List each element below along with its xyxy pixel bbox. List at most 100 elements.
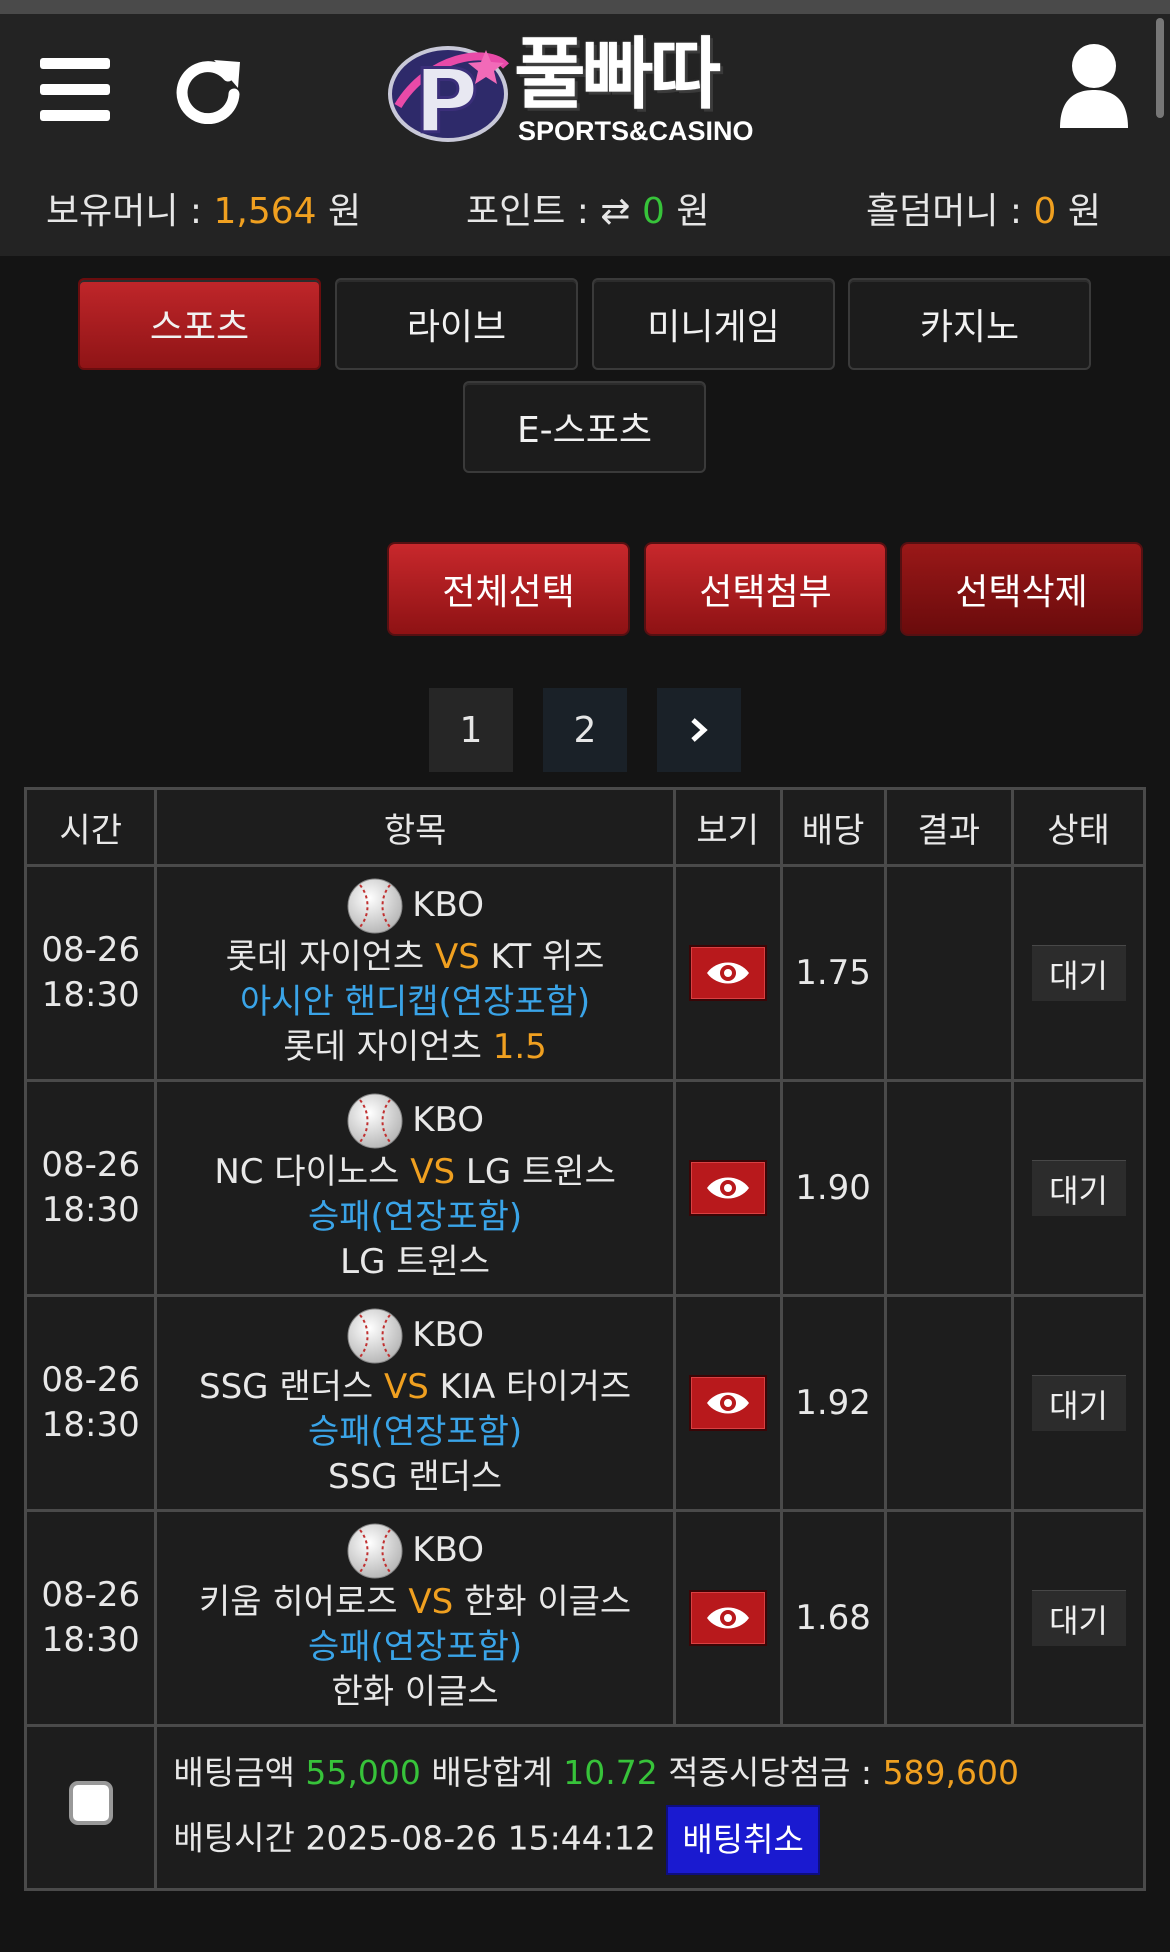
market-type: 승패(연장포함) xyxy=(307,1411,523,1452)
tab-casino[interactable]: 카지노 xyxy=(848,278,1091,370)
view-detail-button[interactable] xyxy=(688,1590,767,1646)
picked-team: SSG 랜더스 xyxy=(328,1456,503,1497)
column-header-time: 시간 xyxy=(23,787,158,867)
payout-label: 적중시당첨금 : xyxy=(668,1752,873,1792)
view-cell xyxy=(672,1079,783,1297)
page-1-button[interactable]: 1 xyxy=(429,688,513,772)
logo-badge-icon: P xyxy=(388,46,509,146)
attach-selected-button[interactable]: 선택첨부 xyxy=(644,542,887,636)
tab-sports[interactable]: 스포츠 xyxy=(78,278,321,370)
league-line: KBO xyxy=(157,1092,672,1150)
game-date: 08-26 xyxy=(41,1360,141,1400)
view-detail-button[interactable] xyxy=(688,945,767,1001)
refresh-icon[interactable] xyxy=(174,54,244,124)
status-badge: 대기 xyxy=(1031,1590,1126,1646)
matchup: 롯데 자이언츠 VS KT 위즈 xyxy=(157,935,672,980)
time-cell: 08-26 18:30 xyxy=(23,864,158,1082)
next-page-button[interactable] xyxy=(657,688,741,772)
eye-icon xyxy=(706,1392,749,1414)
bet-amount-value: 55,000 xyxy=(305,1752,421,1792)
game-time: 18:30 xyxy=(41,1620,140,1660)
status-cell: 대기 xyxy=(1011,864,1146,1082)
table-header-row: 시간 항목 보기 배당 결과 상태 xyxy=(23,787,1146,867)
column-header-status: 상태 xyxy=(1011,787,1146,867)
league-line: KBO xyxy=(157,1307,672,1365)
logo-subtitle: SPORTS&CASINO xyxy=(518,116,754,146)
balance-display: 보유머니 : 1,564 원 xyxy=(46,182,361,234)
league-name: KBO xyxy=(412,885,484,925)
tab-minigame[interactable]: 미니게임 xyxy=(592,278,835,370)
odds-cell: 1.68 xyxy=(779,1509,887,1727)
bet-time-value: 2025-08-26 15:44:12 xyxy=(305,1818,656,1857)
bet-select-checkbox[interactable] xyxy=(68,1781,113,1825)
away-team: KIA 타이거즈 xyxy=(439,1366,632,1407)
odds-cell: 1.90 xyxy=(779,1079,887,1297)
hamburger-menu-icon[interactable] xyxy=(40,58,110,121)
column-header-item: 항목 xyxy=(154,787,676,867)
holdem-unit: 원 xyxy=(1067,191,1101,232)
status-badge: 대기 xyxy=(1031,1160,1126,1216)
holdem-display: 홀덤머니 : 0 원 xyxy=(866,182,1101,234)
tab-live[interactable]: 라이브 xyxy=(335,278,578,370)
picked-team: LG 트윈스 xyxy=(340,1241,491,1282)
view-detail-button[interactable] xyxy=(688,1160,767,1216)
view-cell xyxy=(672,1509,783,1727)
status-cell: 대기 xyxy=(1011,1294,1146,1512)
status-cell: 대기 xyxy=(1011,1079,1146,1297)
chevron-right-icon xyxy=(691,718,708,742)
payout-value: 589,600 xyxy=(882,1752,1020,1792)
vs-label: VS xyxy=(384,1366,429,1407)
bet-summary-cell: 배팅금액 55,000 배당합계 10.72 적중시당첨금 : 589,600 … xyxy=(154,1724,1146,1891)
logo-text: 풀빠따 xyxy=(514,30,721,120)
vs-label: VS xyxy=(435,936,480,977)
bet-select-cell xyxy=(23,1724,158,1891)
delete-selected-button[interactable]: 선택삭제 xyxy=(900,542,1143,636)
time-cell: 08-26 18:30 xyxy=(23,1294,158,1512)
bet-amount-line: 배팅금액 55,000 배당합계 10.72 적중시당첨금 : 589,600 xyxy=(173,1741,1143,1805)
home-team: 롯데 자이언츠 xyxy=(225,936,425,977)
league-line: KBO xyxy=(157,1522,672,1580)
matchup: SSG 랜더스 VS KIA 타이거즈 xyxy=(157,1365,672,1410)
odds-cell: 1.92 xyxy=(779,1294,887,1512)
point-label: 포인트 : xyxy=(466,191,589,232)
page-2-button[interactable]: 2 xyxy=(543,688,627,772)
result-cell xyxy=(883,1509,1015,1727)
view-cell xyxy=(672,1294,783,1512)
total-odds-label: 배당합계 xyxy=(431,1752,553,1792)
balance-unit: 원 xyxy=(328,191,362,232)
holdem-label: 홀덤머니 : xyxy=(866,191,1023,232)
market-type: 승패(연장포함) xyxy=(307,1626,523,1667)
status-badge: 대기 xyxy=(1031,945,1126,1001)
tab-esports[interactable]: E-스포츠 xyxy=(463,381,706,473)
scrollbar[interactable] xyxy=(1156,18,1164,118)
cancel-bet-button[interactable]: 배팅취소 xyxy=(666,1804,820,1875)
select-all-button[interactable]: 전체선택 xyxy=(387,542,630,636)
home-team: 키움 히어로즈 xyxy=(199,1581,398,1622)
user-profile-icon[interactable] xyxy=(1058,40,1130,130)
view-detail-button[interactable] xyxy=(688,1375,767,1431)
table-row: 08-26 18:30 KBO 롯데 자이언츠 VS KT 위즈 아시안 핸디캡… xyxy=(23,864,1146,1082)
baseball-icon xyxy=(347,1308,403,1363)
item-cell: KBO 롯데 자이언츠 VS KT 위즈 아시안 핸디캡(연장포함) 롯데 자이… xyxy=(154,864,676,1082)
away-team: 한화 이글스 xyxy=(463,1581,632,1622)
league-line: KBO xyxy=(157,877,672,935)
site-logo[interactable]: P 풀빠따 SPORTS&CASINO xyxy=(388,28,788,150)
view-cell xyxy=(672,864,783,1082)
matchup: 키움 히어로즈 VS 한화 이글스 xyxy=(157,1580,672,1625)
game-time: 18:30 xyxy=(41,975,140,1015)
pick-handicap: 1.5 xyxy=(492,1026,547,1067)
top-status-strip xyxy=(0,0,1170,14)
result-cell xyxy=(883,864,1015,1082)
result-cell xyxy=(883,1079,1015,1297)
point-convert-icon[interactable]: ⇄ xyxy=(600,191,630,232)
bet-time-line: 배팅시간 2025-08-26 15:44:12 배팅취소 xyxy=(173,1804,1143,1875)
table-row: 08-26 18:30 KBO 키움 히어로즈 VS 한화 이글스 승패(연장포… xyxy=(23,1509,1146,1727)
eye-icon xyxy=(706,1607,749,1629)
league-name: KBO xyxy=(412,1100,484,1140)
bet-summary-row: 배팅금액 55,000 배당합계 10.72 적중시당첨금 : 589,600 … xyxy=(23,1724,1146,1891)
game-time: 18:30 xyxy=(41,1190,140,1230)
point-value: 0 xyxy=(642,191,665,232)
column-header-view: 보기 xyxy=(672,787,783,867)
game-date: 08-26 xyxy=(41,1575,141,1615)
pick-line: LG 트윈스 xyxy=(157,1240,672,1285)
